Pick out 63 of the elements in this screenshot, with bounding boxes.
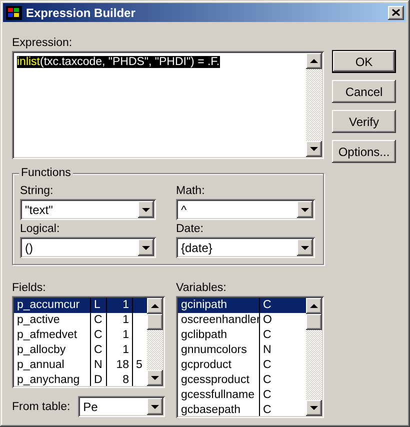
dialog-button[interactable]: OK (332, 50, 396, 73)
dropdown-button[interactable] (138, 239, 154, 256)
table-dropdown[interactable]: Pe (78, 396, 165, 417)
list-row[interactable]: gcessfullname C (178, 388, 306, 403)
up-arrow-icon (151, 304, 159, 308)
dropdown-label: String: (20, 184, 54, 198)
down-arrow-icon (142, 208, 150, 212)
down-arrow-icon (310, 406, 318, 410)
list-row[interactable]: gcessproduct C (178, 373, 306, 388)
list-row[interactable]: p_anychang D 8 (14, 373, 147, 386)
down-arrow-icon (142, 246, 150, 250)
scroll-up-button[interactable] (147, 298, 163, 314)
window-title: Expression Builder (26, 6, 136, 20)
dropdown-button[interactable] (297, 239, 313, 256)
from-table-label: From table: (12, 400, 70, 414)
scroll-thumb[interactable] (147, 314, 163, 330)
dropdown-field[interactable]: ^ (176, 199, 315, 220)
scrollbar[interactable] (306, 53, 322, 157)
list-row[interactable]: p_allocby C 1 (14, 343, 147, 358)
dropdown-field[interactable]: "text" (20, 199, 156, 220)
close-icon (392, 9, 400, 16)
list-row[interactable]: p_active C 1 (14, 313, 147, 328)
dialog-button[interactable]: Options... (332, 140, 396, 163)
scroll-up-button[interactable] (306, 298, 322, 314)
list-row[interactable]: gcbasepath C (178, 403, 306, 416)
dropdown-button[interactable] (147, 398, 163, 415)
dropdown-label: Math: (176, 184, 206, 198)
up-arrow-icon (310, 59, 318, 63)
up-arrow-icon (310, 304, 318, 308)
dropdown-button[interactable] (138, 201, 154, 218)
list-row[interactable]: p_accumcur L 1 (14, 298, 147, 313)
fields-list[interactable]: p_accumcur L 1 p_active C 1 p_afmedvet C 1 p_allocby C 1 p_annual N 18 5 p_anychang D 8 (12, 296, 165, 388)
dialog-button[interactable]: Verify (332, 110, 396, 133)
list-row[interactable]: p_annual N 18 5 (14, 358, 147, 373)
scroll-up-button[interactable] (306, 53, 322, 69)
scroll-down-button[interactable] (306, 400, 322, 416)
list-row[interactable]: p_afmedvet C 1 (14, 328, 147, 343)
dropdown-label: Logical: (20, 222, 61, 236)
down-arrow-icon (151, 376, 159, 380)
dialog-button[interactable]: Cancel (332, 80, 396, 103)
down-arrow-icon (151, 404, 159, 408)
list-row[interactable]: gcinipath C (178, 298, 306, 313)
down-arrow-icon (301, 246, 309, 250)
scroll-down-button[interactable] (306, 141, 322, 157)
variables-label: Variables: (176, 281, 228, 295)
list-row[interactable]: gcproduct C (178, 358, 306, 373)
expression-label: Expression: (12, 36, 74, 50)
scrollbar[interactable] (306, 298, 322, 416)
list-row[interactable]: gclibpath C (178, 328, 306, 343)
dropdown-label: Date: (176, 222, 204, 236)
list-row[interactable]: gnnumcolors N (178, 343, 306, 358)
dropdown-field[interactable]: () (20, 237, 156, 258)
fields-label: Fields: (12, 281, 47, 295)
scroll-down-button[interactable] (147, 370, 163, 386)
dropdown-button[interactable] (297, 201, 313, 218)
scroll-thumb[interactable] (306, 314, 322, 330)
scrollbar[interactable] (147, 298, 163, 386)
dropdown-field[interactable]: {date} (176, 237, 315, 258)
expression-field[interactable]: inlist(txc.taxcode, "PHDS", "PHDI") = .F. (12, 51, 324, 159)
app-icon (6, 6, 22, 20)
down-arrow-icon (301, 208, 309, 212)
down-arrow-icon (310, 147, 318, 151)
close-button[interactable] (388, 6, 404, 20)
